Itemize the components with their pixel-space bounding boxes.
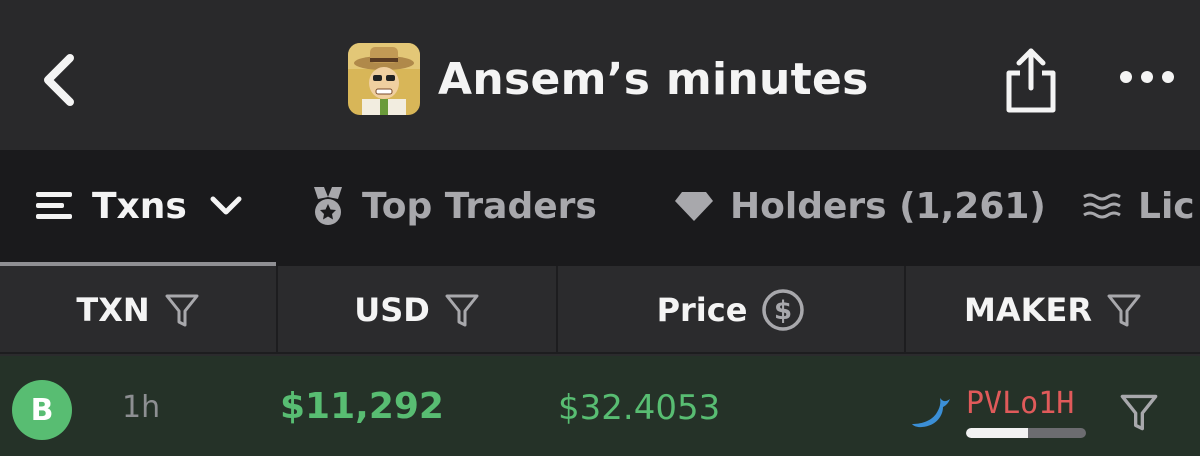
column-price[interactable]: Price $: [558, 266, 904, 354]
dollar-circle-icon[interactable]: $: [761, 288, 805, 332]
page-title: Ansem’s minutes: [438, 53, 869, 105]
tab-top-traders[interactable]: Top Traders: [310, 150, 597, 262]
column-divider: [904, 266, 906, 354]
filter-icon[interactable]: [1106, 292, 1142, 328]
maker-balance-bar: [966, 428, 1086, 438]
whale-icon: [912, 398, 950, 428]
txn-usd-value: $11,292: [280, 386, 444, 427]
tab-bar: Txns Top Traders Holders (1,261) Lic: [0, 150, 1200, 266]
column-txn[interactable]: TXN: [0, 266, 276, 354]
list-icon: [34, 189, 76, 223]
top-bar: Ansem’s minutes: [0, 0, 1200, 150]
share-icon[interactable]: [1000, 46, 1062, 114]
column-divider: [556, 266, 558, 354]
column-usd[interactable]: USD: [278, 266, 556, 354]
column-divider: [276, 266, 278, 354]
filter-icon[interactable]: [164, 292, 200, 328]
token-title-group[interactable]: Ansem’s minutes: [348, 43, 869, 115]
txn-age: 1h: [122, 390, 161, 425]
filter-icon[interactable]: [1118, 392, 1160, 432]
tab-txns[interactable]: Txns: [34, 150, 243, 262]
maker-address[interactable]: PVLo1H: [966, 386, 1074, 421]
txn-price: $32.4053: [558, 388, 721, 428]
waves-icon: [1082, 191, 1122, 221]
table-header: TXN USD Price $ MAKER: [0, 266, 1200, 354]
buy-badge: B: [12, 380, 72, 440]
filter-icon[interactable]: [444, 292, 480, 328]
maker-balance-fill: [966, 428, 1029, 438]
column-maker[interactable]: MAKER: [906, 266, 1200, 354]
more-horizontal-icon[interactable]: [1118, 62, 1176, 92]
tab-liquidity[interactable]: Lic: [1082, 150, 1195, 262]
medal-icon: [310, 185, 346, 227]
diamond-icon: [674, 190, 714, 222]
tab-holders[interactable]: Holders (1,261): [674, 150, 1046, 262]
token-avatar: [348, 43, 420, 115]
svg-text:$: $: [774, 296, 792, 326]
chevron-down-icon[interactable]: [209, 194, 243, 218]
chevron-left-icon[interactable]: [36, 50, 84, 110]
